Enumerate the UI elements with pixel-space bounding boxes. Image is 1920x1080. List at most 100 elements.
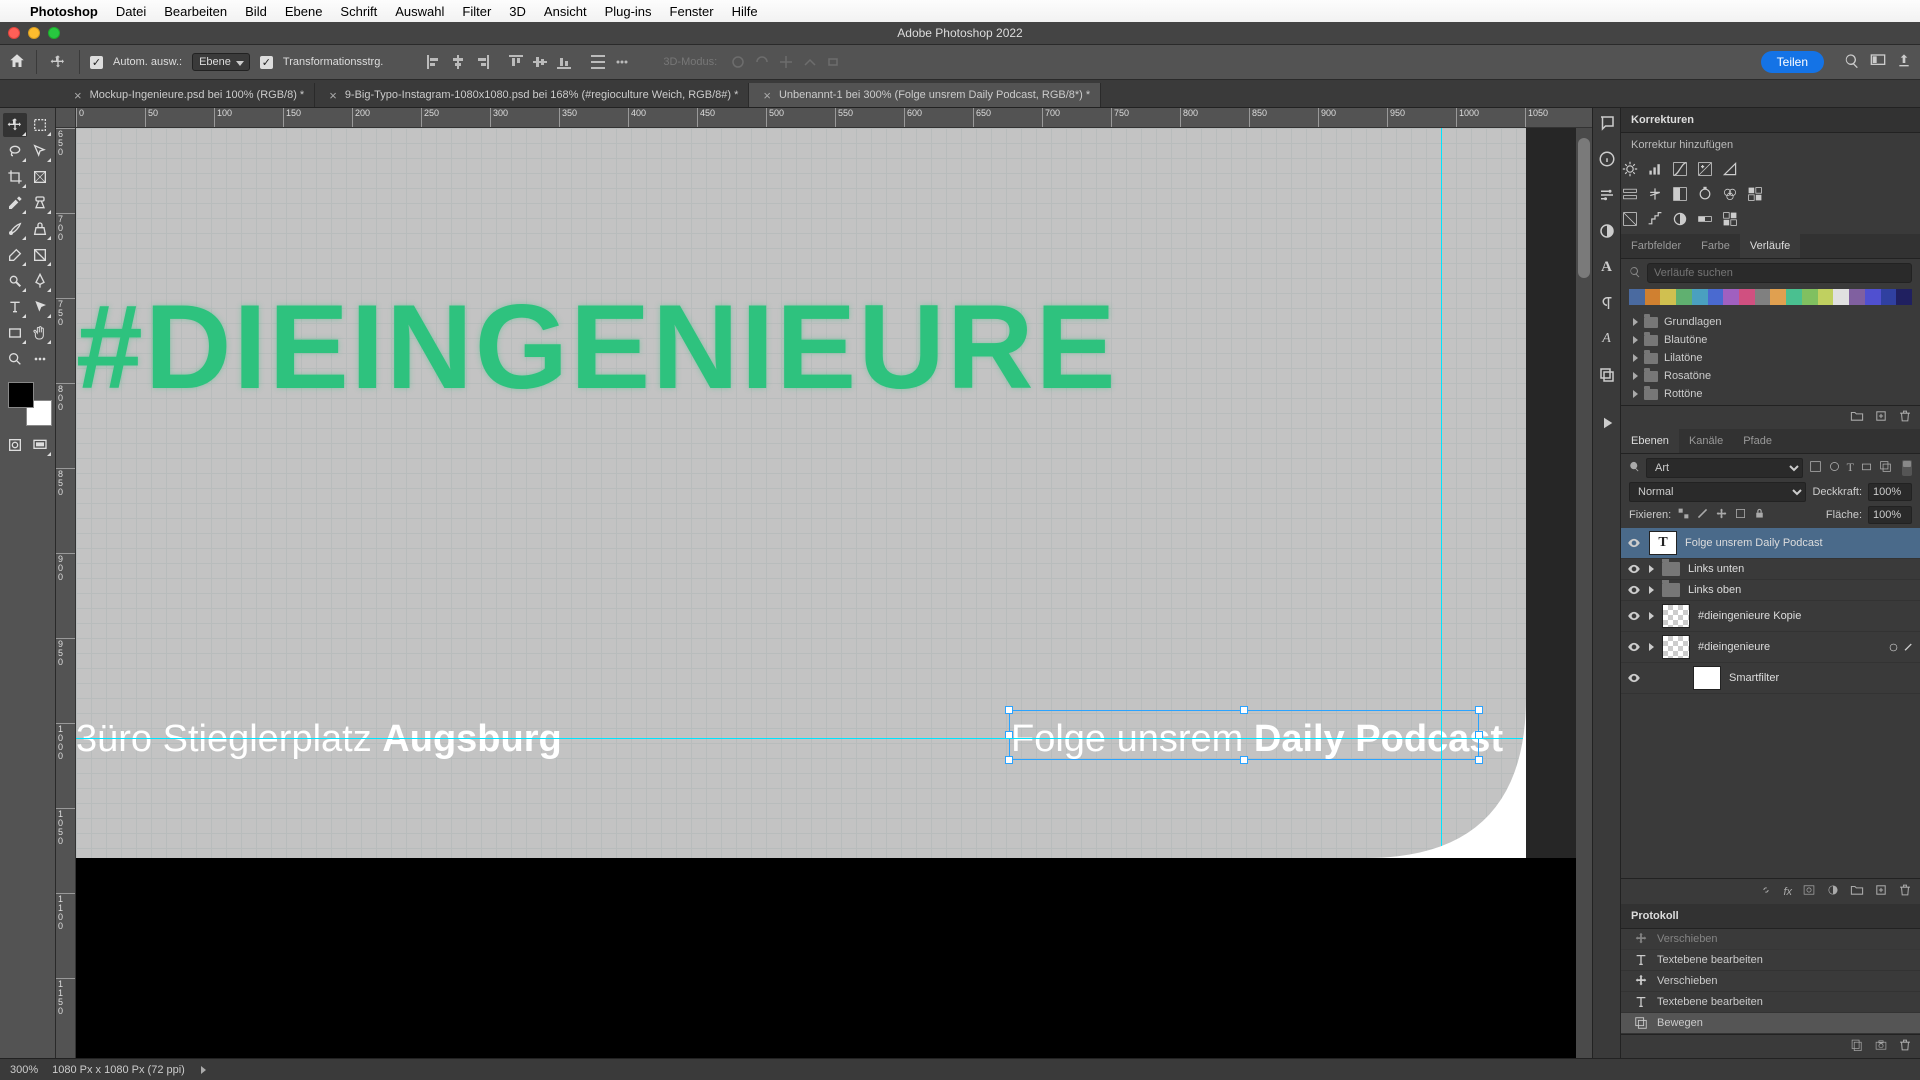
gradient-swatch[interactable] <box>1881 289 1897 305</box>
close-tab-icon[interactable]: × <box>763 88 771 103</box>
menu-3d[interactable]: 3D <box>509 4 526 19</box>
gradient-map-icon[interactable] <box>1696 211 1714 230</box>
menu-ansicht[interactable]: Ansicht <box>544 4 587 19</box>
gradient-swatch[interactable] <box>1849 289 1865 305</box>
threshold-icon[interactable] <box>1671 211 1689 230</box>
selection-handle[interactable] <box>1240 706 1248 714</box>
history-panel-header[interactable]: Protokoll <box>1621 904 1920 929</box>
gradient-swatch[interactable] <box>1865 289 1881 305</box>
edit-toolbar[interactable] <box>29 347 53 371</box>
layer-item[interactable]: #dieingenieure <box>1621 632 1920 663</box>
horizontal-guide[interactable] <box>76 738 1526 739</box>
gradient-folder-item[interactable]: Rottöne <box>1625 385 1916 403</box>
color-balance-icon[interactable] <box>1646 186 1664 205</box>
align-bottom-icon[interactable] <box>553 51 575 73</box>
info-panel-icon[interactable] <box>1598 150 1616 168</box>
quick-selection-tool[interactable] <box>29 139 53 163</box>
invert-icon[interactable] <box>1621 211 1639 230</box>
close-tab-icon[interactable]: × <box>74 88 82 103</box>
hue-sat-icon[interactable] <box>1621 186 1639 205</box>
new-group-icon[interactable] <box>1850 883 1864 900</box>
layer-fx-icon[interactable]: fx <box>1783 886 1792 898</box>
layer-visibility-icon[interactable] <box>1627 611 1641 621</box>
search-icon[interactable] <box>1844 53 1860 72</box>
selective-color-icon[interactable] <box>1721 211 1739 230</box>
hand-tool[interactable] <box>29 321 53 345</box>
lock-all-icon[interactable] <box>1753 507 1766 523</box>
gradient-swatch[interactable] <box>1896 289 1912 305</box>
gradient-search-input[interactable] <box>1647 263 1912 283</box>
corrections-panel-header[interactable]: Korrekturen <box>1621 108 1920 133</box>
levels-icon[interactable] <box>1646 161 1664 180</box>
gradient-swatch[interactable] <box>1629 289 1645 305</box>
adjustments-panel-icon[interactable] <box>1598 222 1616 240</box>
artboard[interactable]: #DIEINGENIEURE 3üro Stieglerplatz Augsbu… <box>76 128 1526 858</box>
layer-visibility-icon[interactable] <box>1627 564 1641 574</box>
chevron-icon[interactable] <box>1649 643 1654 651</box>
gradient-swatch[interactable] <box>1755 289 1771 305</box>
frame-tool[interactable] <box>29 165 53 189</box>
clone-stamp-tool[interactable] <box>29 217 53 241</box>
dodge-tool[interactable] <box>3 269 27 293</box>
more-align-icon[interactable] <box>611 51 633 73</box>
eraser-tool[interactable] <box>3 243 27 267</box>
filter-shape-icon[interactable] <box>1860 460 1873 476</box>
document-tab[interactable]: × 9-Big-Typo-Instagram-1080x1080.psd bei… <box>315 83 749 107</box>
menu-datei[interactable]: Datei <box>116 4 146 19</box>
trash-icon[interactable] <box>1898 409 1912 426</box>
layer-kind-filter[interactable]: Art <box>1646 458 1803 478</box>
doc-dimensions[interactable]: 1080 Px x 1080 Px (72 ppi) <box>52 1064 185 1076</box>
menu-hilfe[interactable]: Hilfe <box>732 4 758 19</box>
horizontal-ruler[interactable]: 0501001502002503003504004505005506006507… <box>76 108 1592 128</box>
document-tab[interactable]: × Unbenannt-1 bei 300% (Folge unsrem Dai… <box>749 83 1101 107</box>
screen-mode-tool[interactable] <box>29 433 53 457</box>
properties-panel-icon[interactable] <box>1598 186 1616 204</box>
align-hcenter-icon[interactable] <box>447 51 469 73</box>
document-tab[interactable]: × Mockup-Ingenieure.psd bei 100% (RGB/8)… <box>60 83 315 107</box>
actions-play-icon[interactable] <box>1598 414 1616 432</box>
gradient-preset-strip[interactable] <box>1629 289 1912 305</box>
new-item-icon[interactable] <box>1874 409 1888 426</box>
align-top-icon[interactable] <box>505 51 527 73</box>
layer-visibility-icon[interactable] <box>1627 673 1641 683</box>
ruler-origin[interactable] <box>56 108 76 128</box>
channel-mixer-icon[interactable] <box>1721 186 1739 205</box>
opacity-input[interactable] <box>1868 483 1912 501</box>
workspace-icon[interactable] <box>1870 53 1886 72</box>
bw-icon[interactable] <box>1671 186 1689 205</box>
chevron-icon[interactable] <box>1649 612 1654 620</box>
layer-item[interactable]: Links unten <box>1621 559 1920 580</box>
glyphs-panel-icon[interactable]: A <box>1598 330 1616 348</box>
gradient-swatch[interactable] <box>1786 289 1802 305</box>
adjustment-layer-icon[interactable] <box>1826 883 1840 900</box>
gradient-tool[interactable] <box>29 243 53 267</box>
bottom-left-text[interactable]: 3üro Stieglerplatz Augsburg <box>76 718 562 761</box>
close-tab-icon[interactable]: × <box>329 88 337 103</box>
history-item[interactable]: Verschieben <box>1621 971 1920 992</box>
lasso-tool[interactable] <box>3 139 27 163</box>
gradient-folder-item[interactable]: Blautöne <box>1625 331 1916 349</box>
filter-smart-icon[interactable] <box>1879 460 1892 476</box>
path-selection-tool[interactable] <box>29 295 53 319</box>
paragraph-panel-icon[interactable] <box>1598 294 1616 312</box>
gradient-swatch[interactable] <box>1818 289 1834 305</box>
curves-icon[interactable] <box>1671 161 1689 180</box>
menu-fenster[interactable]: Fenster <box>670 4 714 19</box>
layer-item[interactable]: Smartfilter <box>1621 663 1920 694</box>
layer-visibility-icon[interactable] <box>1627 585 1641 595</box>
tab-pfade[interactable]: Pfade <box>1733 429 1782 453</box>
menu-bearbeiten[interactable]: Bearbeiten <box>164 4 227 19</box>
scrollbar-thumb[interactable] <box>1578 138 1590 278</box>
comments-panel-icon[interactable] <box>1598 114 1616 132</box>
color-swatches[interactable] <box>8 382 52 426</box>
gradient-swatch[interactable] <box>1770 289 1786 305</box>
tab-kanaele[interactable]: Kanäle <box>1679 429 1733 453</box>
layers-panel-icon[interactable] <box>1598 366 1616 384</box>
filter-adjustment-icon[interactable] <box>1828 460 1841 476</box>
color-lookup-icon[interactable] <box>1746 186 1764 205</box>
chevron-icon[interactable] <box>1649 565 1654 573</box>
gradient-swatch[interactable] <box>1723 289 1739 305</box>
history-item[interactable]: Textebene bearbeiten <box>1621 950 1920 971</box>
layer-visibility-icon[interactable] <box>1627 538 1641 548</box>
gradient-swatch[interactable] <box>1833 289 1849 305</box>
